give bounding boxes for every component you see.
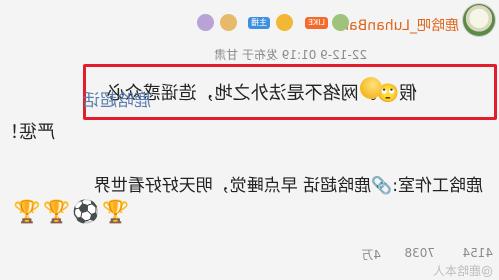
medal-icon: [220, 14, 237, 31]
share-count[interactable]: 4万: [361, 246, 381, 263]
post-meta: 22-12-9 01:19 发布于 甘肃: [214, 48, 367, 62]
watermark: @鹿晗本人: [432, 264, 493, 278]
like-badge: LIKE: [304, 17, 328, 29]
supertopic-link[interactable]: 鹿晗超话: [83, 86, 151, 111]
quoted-post-text[interactable]: 鹿晗工作室:🔗鹿晗超话 早点睡觉，明天好好看世界: [94, 171, 483, 196]
crown-icon: [276, 14, 293, 31]
comment-count[interactable]: 7038: [404, 246, 435, 260]
like-count[interactable]: 4154: [462, 246, 493, 260]
trophy-emojis: 🏆⚽🏆🏆: [11, 200, 129, 225]
post-continuation: 严惩！: [1, 122, 55, 143]
host-badge: 主播: [248, 17, 270, 29]
fan-badge-icon: [332, 14, 349, 31]
level-icon: [197, 14, 214, 31]
neutral-face-icon: [360, 77, 382, 99]
avatar[interactable]: [463, 4, 495, 36]
mirrored-screenshot: 鹿晗吧_LuhanBar LIKE 主播 22-12-9 01:19 发布于 甘…: [0, 0, 499, 280]
username[interactable]: 鹿晗吧_LuhanBar: [343, 15, 459, 35]
